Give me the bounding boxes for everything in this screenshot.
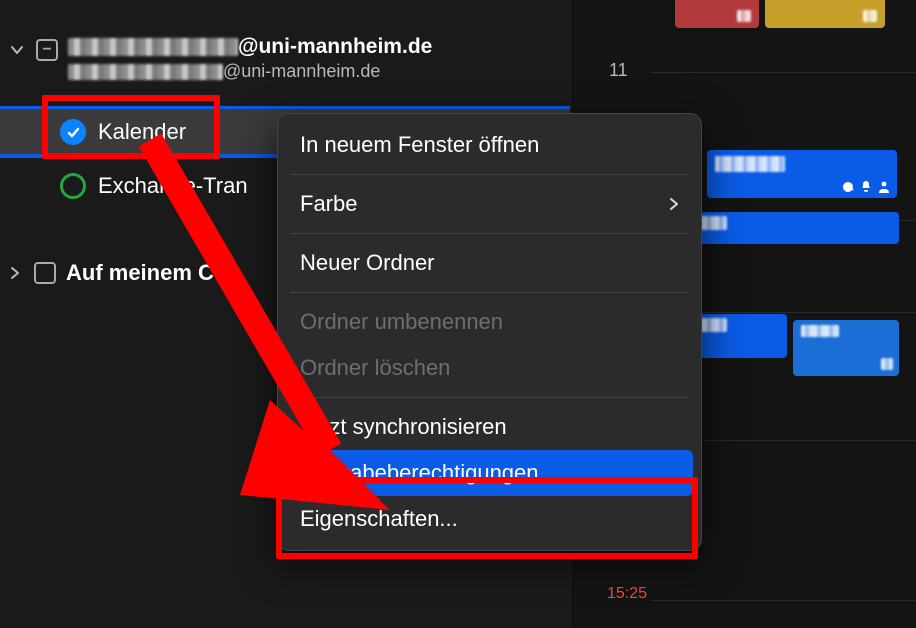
chevron-right-icon[interactable]	[6, 264, 24, 282]
sidebar-item-exchange[interactable]: Exchange-Tran	[60, 164, 248, 208]
menu-item-label: Freigabeberechtigungen...	[300, 460, 557, 486]
menu-share-permissions[interactable]: Freigabeberechtigungen...	[286, 450, 693, 496]
blurred-username	[68, 38, 238, 56]
sidebar-section-local[interactable]: Auf meinem Co	[6, 260, 227, 286]
calendar-event[interactable]	[765, 0, 885, 28]
current-time-indicator: 15:25	[607, 585, 647, 603]
checkmark-icon[interactable]	[60, 119, 86, 145]
menu-item-label: Jetzt synchronisieren	[300, 414, 507, 440]
menu-rename-folder: Ordner umbenennen	[286, 299, 693, 345]
calendar-event[interactable]	[793, 320, 899, 376]
menu-separator	[290, 233, 689, 234]
menu-delete-folder: Ordner löschen	[286, 345, 693, 391]
sidebar-item-kalender[interactable]: Kalender	[60, 110, 186, 154]
grid-line	[651, 72, 916, 73]
menu-separator	[290, 397, 689, 398]
menu-open-new-window[interactable]: In neuem Fenster öffnen	[286, 122, 693, 168]
menu-separator	[290, 174, 689, 175]
menu-separator	[290, 292, 689, 293]
menu-properties[interactable]: Eigenschaften...	[286, 496, 693, 542]
menu-item-label: Farbe	[300, 191, 357, 217]
hour-label: 11	[609, 60, 628, 81]
menu-sync-now[interactable]: Jetzt synchronisieren	[286, 404, 693, 450]
account-primary-email: @uni-mannheim.de	[68, 35, 432, 59]
context-menu: In neuem Fenster öffnen Farbe Neuer Ordn…	[277, 113, 702, 551]
blurred-username-sub	[68, 64, 223, 80]
collapse-minus-box[interactable]: −	[36, 39, 58, 61]
menu-item-label: Ordner umbenennen	[300, 309, 503, 335]
menu-item-label: Ordner löschen	[300, 355, 450, 381]
sidebar-item-label: Kalender	[98, 119, 186, 145]
event-status-icon	[863, 10, 877, 22]
menu-item-label: Eigenschaften...	[300, 506, 458, 532]
blurred-event-title	[715, 156, 785, 172]
account-row[interactable]: − @uni-mannheim.de @uni-mannheim.de	[0, 0, 570, 90]
chevron-down-icon[interactable]	[8, 41, 26, 59]
grid-line	[651, 600, 916, 601]
unchecked-circle-icon[interactable]	[60, 173, 86, 199]
menu-color[interactable]: Farbe	[286, 181, 693, 227]
event-status-icon	[737, 10, 751, 22]
event-status-icon	[881, 358, 893, 370]
blurred-event-title	[801, 325, 839, 337]
sidebar-item-label: Exchange-Tran	[98, 173, 248, 199]
account-secondary-email: @uni-mannheim.de	[68, 61, 432, 82]
sidebar-section-label: Auf meinem Co	[66, 260, 227, 286]
menu-new-folder[interactable]: Neuer Ordner	[286, 240, 693, 286]
calendar-event[interactable]	[675, 0, 759, 28]
calendar-event[interactable]	[707, 150, 897, 198]
empty-checkbox-icon[interactable]	[34, 262, 56, 284]
chevron-right-icon	[669, 197, 679, 211]
event-indicator-icons	[841, 180, 891, 194]
menu-item-label: In neuem Fenster öffnen	[300, 132, 539, 158]
menu-item-label: Neuer Ordner	[300, 250, 435, 276]
